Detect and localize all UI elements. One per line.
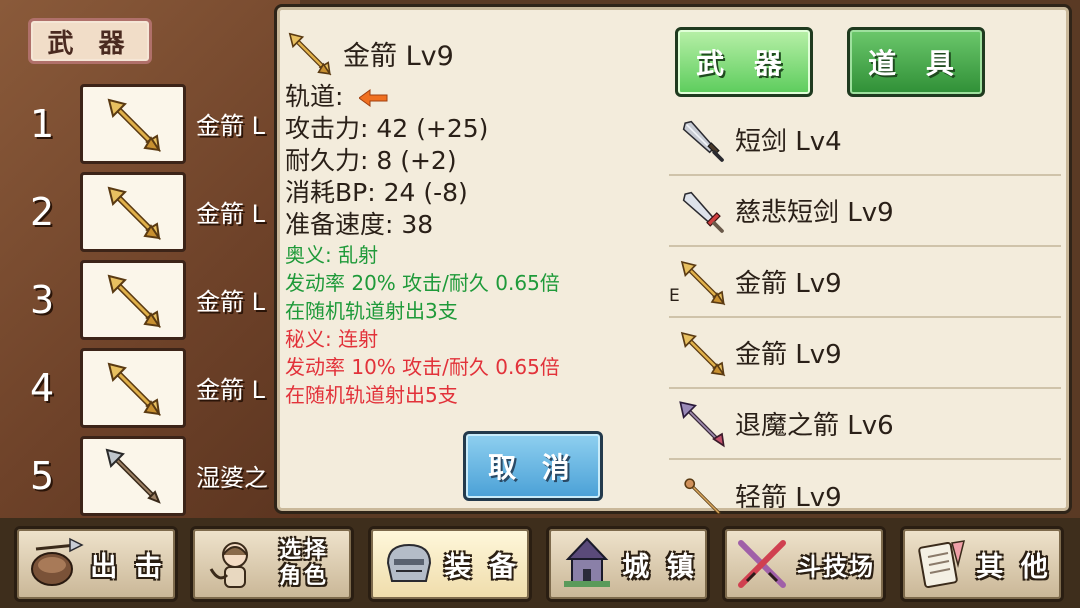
slot-number: 5 — [30, 454, 55, 498]
other-icon — [912, 535, 970, 593]
slot-item-box[interactable] — [80, 172, 186, 252]
prep-speed-stat: 准备速度: 38 — [285, 210, 434, 239]
list-item[interactable]: 退魔之箭 Lv6 — [669, 389, 1061, 460]
higi-rate: 发动率 10% 攻击/耐久 0.65倍 — [285, 355, 560, 379]
track-stat: 轨道: — [285, 81, 665, 113]
steel-arrow-icon — [103, 446, 163, 506]
slot-item-box[interactable] — [80, 348, 186, 428]
weapon-name: 金箭 Lv9 — [343, 40, 454, 72]
list-item[interactable]: 金箭 Lv9 E — [669, 247, 1061, 318]
weapon-detail-panel: 金箭 Lv9 轨道: 攻击力: 42 (+25) 耐久力: 8 (+2) 消耗B… — [274, 4, 1072, 514]
higi-effect: 在随机轨道射出5支 — [285, 383, 458, 407]
nav-label: 城 镇 — [622, 551, 698, 583]
weapon-slot-5[interactable]: 5 湿婆之 — [0, 436, 300, 520]
weapon-inventory-list: 短剑 Lv4 慈悲短剑 Lv9 金箭 Lv9 E 金箭 Lv9 退魔之箭 Lv6… — [669, 105, 1061, 531]
nav-equipment-button[interactable]: 装 备 — [368, 526, 532, 602]
bp-cost-stat: 消耗BP: 24 (-8) — [285, 178, 468, 207]
detail-header: 金箭 Lv9 — [285, 25, 665, 81]
gold-arrow-icon — [677, 257, 727, 307]
slot-item-box[interactable] — [80, 260, 186, 340]
sortie-icon — [26, 535, 84, 593]
slot-number: 2 — [30, 190, 55, 234]
nav-other-button[interactable]: 其 他 — [900, 526, 1064, 602]
nav-label: 选择角色 — [278, 538, 329, 589]
tab-item[interactable]: 道 具 — [847, 27, 985, 97]
slot-number: 3 — [30, 278, 55, 322]
bottom-nav-bar: 出 击 选择角色 装 备 城 镇 斗技场 其 他 — [0, 518, 1080, 608]
higi-title: 秘义: 连射 — [285, 327, 379, 351]
weapon-slot-2[interactable]: 2 金箭 L — [0, 172, 300, 256]
slot-item-box[interactable] — [80, 436, 186, 516]
gold-arrow-icon — [103, 182, 163, 242]
weapon-slot-4[interactable]: 4 金箭 L — [0, 348, 300, 432]
nav-label: 斗技场 — [797, 552, 875, 581]
gold-arrow-icon — [285, 29, 333, 77]
item-name: 金箭 Lv9 — [735, 340, 842, 370]
weapon-slot-3[interactable]: 3 金箭 L — [0, 260, 300, 344]
durability-stat: 耐久力: 8 (+2) — [285, 146, 457, 175]
character-select-icon — [205, 535, 263, 593]
track-label: 轨道: — [285, 82, 344, 111]
weapon-slot-1[interactable]: 1 金箭 L — [0, 84, 300, 168]
slot-item-name: 金箭 L — [196, 288, 265, 316]
item-name: 金箭 Lv9 — [735, 269, 842, 299]
attack-stat: 攻击力: 42 (+25) — [285, 114, 489, 143]
item-name: 轻箭 Lv9 — [735, 483, 842, 513]
list-item[interactable]: 短剑 Lv4 — [669, 105, 1061, 176]
gold-arrow-icon — [103, 94, 163, 154]
slot-item-name: 金箭 L — [196, 376, 265, 404]
ougi-effect: 在随机轨道射出3支 — [285, 299, 458, 323]
gold-arrow-icon — [103, 270, 163, 330]
slot-number: 1 — [30, 102, 55, 146]
equipped-marker: E — [669, 286, 680, 306]
nav-label: 装 备 — [444, 551, 520, 583]
equipped-weapons-panel: 武 器 1 金箭 L 2 金箭 L 3 金箭 L 4 金箭 L 5 湿婆之 — [0, 0, 300, 520]
left-arrow-icon — [359, 89, 388, 107]
light-arrow-icon — [677, 471, 727, 521]
equipment-icon — [380, 535, 438, 593]
list-item[interactable]: 金箭 Lv9 — [669, 318, 1061, 389]
nav-town-button[interactable]: 城 镇 — [546, 526, 710, 602]
weapon-detail: 金箭 Lv9 轨道: 攻击力: 42 (+25) 耐久力: 8 (+2) 消耗B… — [285, 25, 665, 409]
short-sword-icon — [677, 115, 727, 165]
slot-item-box[interactable] — [80, 84, 186, 164]
gold-arrow-icon — [103, 358, 163, 418]
nav-label: 其 他 — [976, 551, 1052, 583]
item-name: 退魔之箭 Lv6 — [735, 411, 894, 441]
ougi-title: 奥义: 乱射 — [285, 243, 379, 267]
slot-number: 4 — [30, 366, 55, 410]
nav-character-select-button[interactable]: 选择角色 — [190, 526, 354, 602]
item-name: 短剑 Lv4 — [735, 127, 842, 157]
arena-icon — [733, 535, 791, 593]
gold-arrow-icon — [677, 328, 727, 378]
item-name: 慈悲短剑 Lv9 — [735, 198, 894, 228]
cancel-button[interactable]: 取 消 — [463, 431, 603, 501]
mercy-dagger-icon — [677, 186, 727, 236]
slot-item-name: 金箭 L — [196, 200, 265, 228]
ougi-rate: 发动率 20% 攻击/耐久 0.65倍 — [285, 271, 560, 295]
slot-item-name: 湿婆之 — [196, 464, 268, 492]
slot-item-name: 金箭 L — [196, 112, 265, 140]
list-item[interactable]: 慈悲短剑 Lv9 — [669, 176, 1061, 247]
town-icon — [558, 535, 616, 593]
tab-weapon[interactable]: 武 器 — [675, 27, 813, 97]
nav-sortie-button[interactable]: 出 击 — [14, 526, 178, 602]
weapon-category-tab[interactable]: 武 器 — [28, 18, 152, 64]
nav-arena-button[interactable]: 斗技场 — [722, 526, 886, 602]
nav-label: 出 击 — [90, 551, 166, 583]
exorcism-arrow-icon — [677, 399, 727, 449]
